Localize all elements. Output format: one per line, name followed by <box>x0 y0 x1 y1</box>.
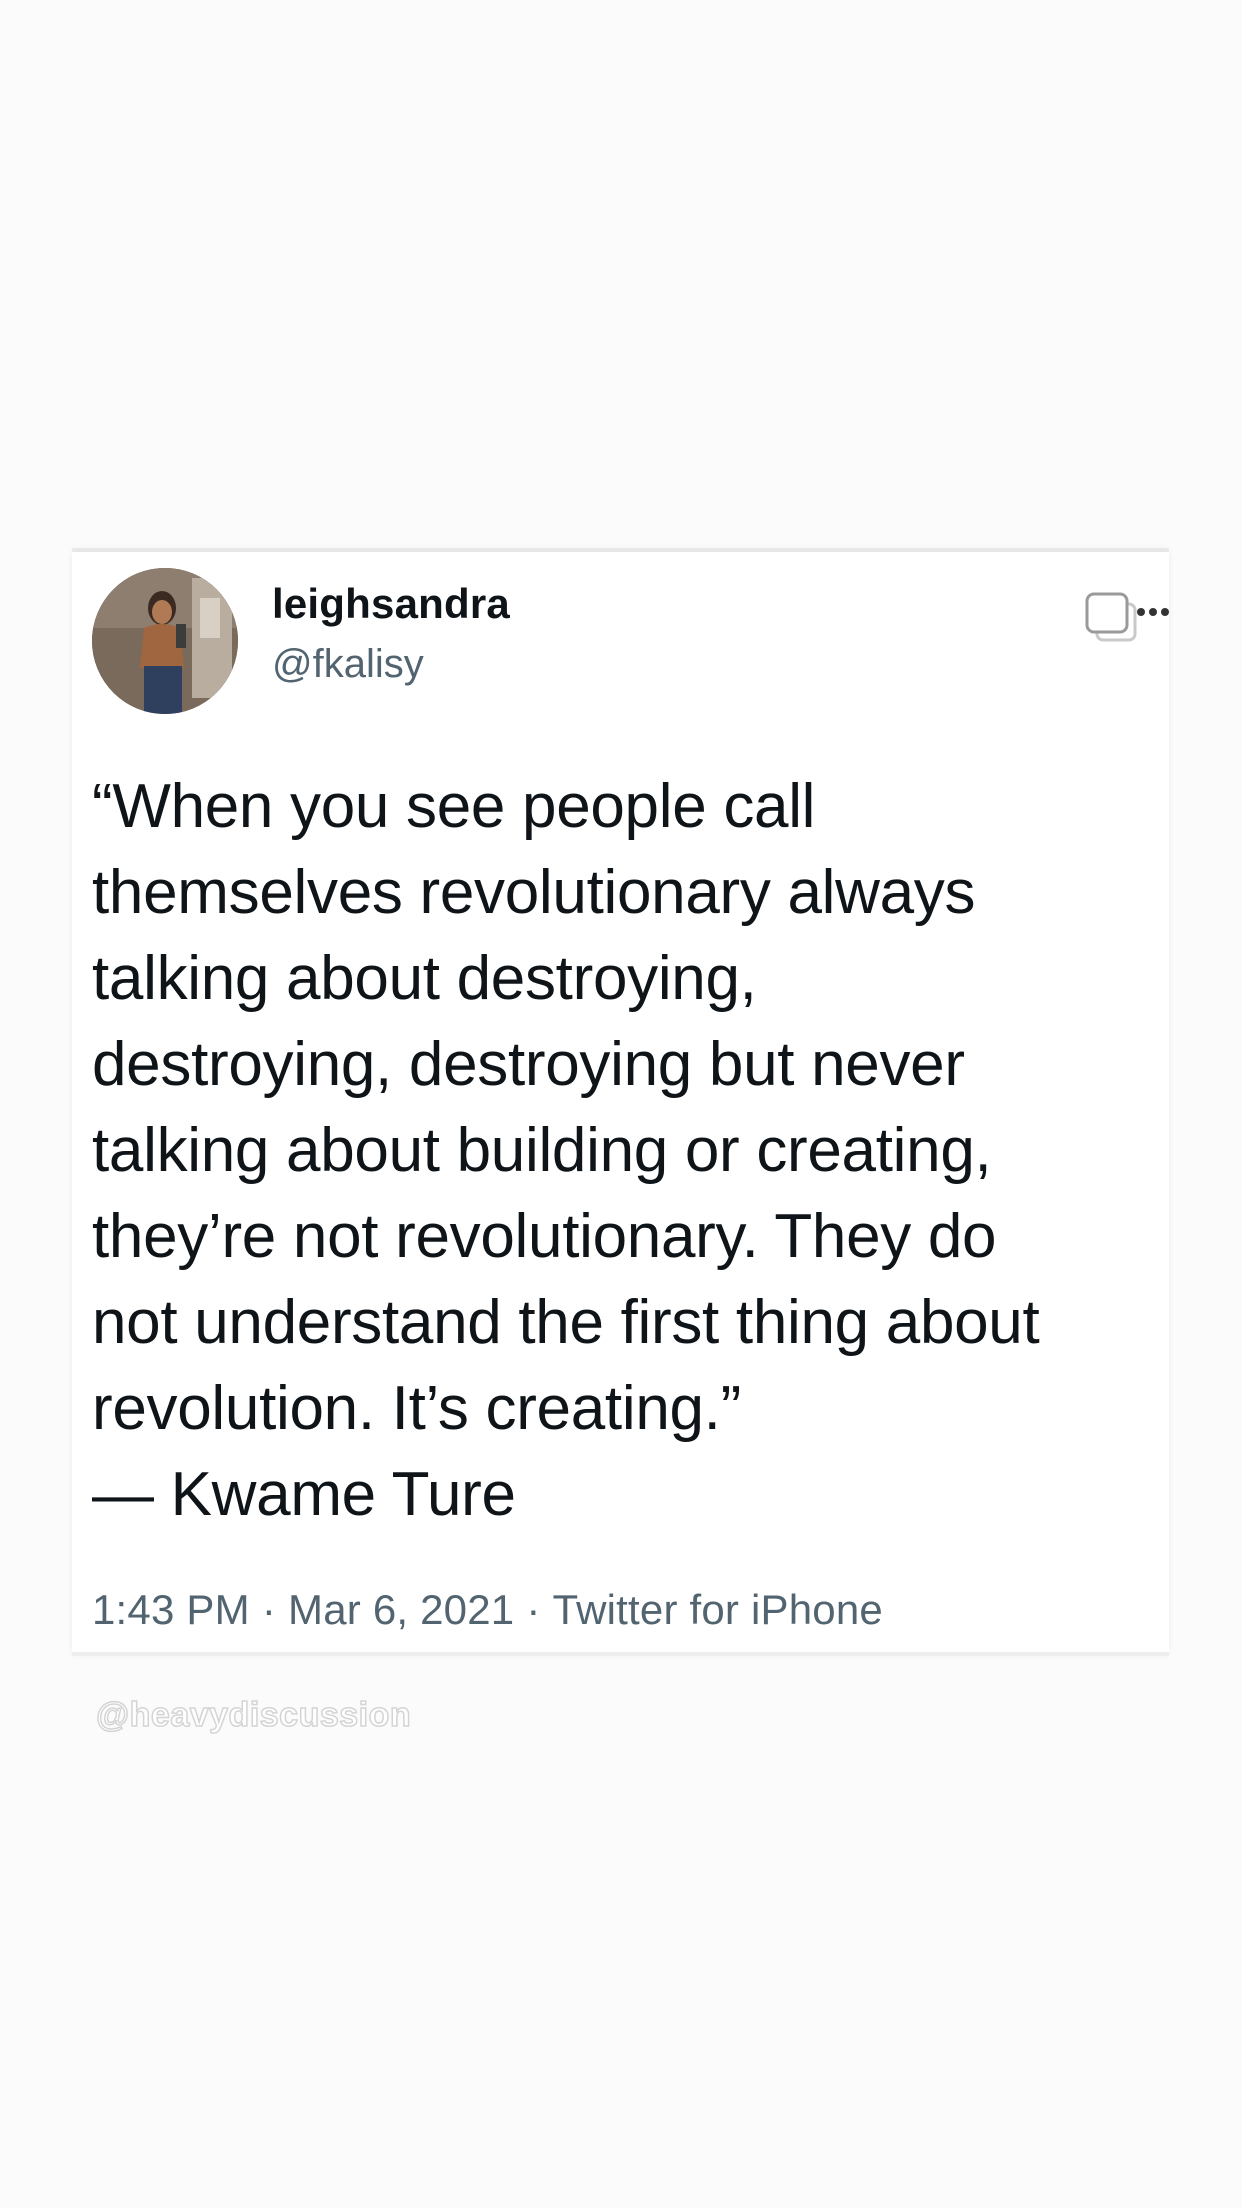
card-bottom-divider <box>72 1652 1169 1656</box>
tweet-text: “When you see people call themselves rev… <box>92 772 1040 1529</box>
meta-separator: · <box>526 1586 541 1633</box>
tweet-metadata: 1:43 PM · Mar 6, 2021 · Twitter for iPhone <box>92 1586 883 1634</box>
display-name[interactable]: leighsandra <box>272 580 510 628</box>
tweet-time[interactable]: 1:43 PM <box>92 1586 250 1633</box>
more-options-icon[interactable] <box>1083 588 1169 644</box>
tweet-source[interactable]: Twitter for iPhone <box>553 1586 883 1633</box>
tweet-card[interactable]: leighsandra @fkalisy “When you see peopl… <box>72 552 1169 1652</box>
meta-separator: · <box>261 1586 277 1633</box>
screenshot-page: leighsandra @fkalisy “When you see peopl… <box>0 0 1242 2208</box>
avatar[interactable] <box>92 568 238 714</box>
tweet-date[interactable]: Mar 6, 2021 <box>288 1586 514 1633</box>
profile-photo-icon <box>92 568 238 714</box>
watermark: @heavydiscussion <box>95 1695 412 1735</box>
user-handle[interactable]: @fkalisy <box>272 642 424 687</box>
